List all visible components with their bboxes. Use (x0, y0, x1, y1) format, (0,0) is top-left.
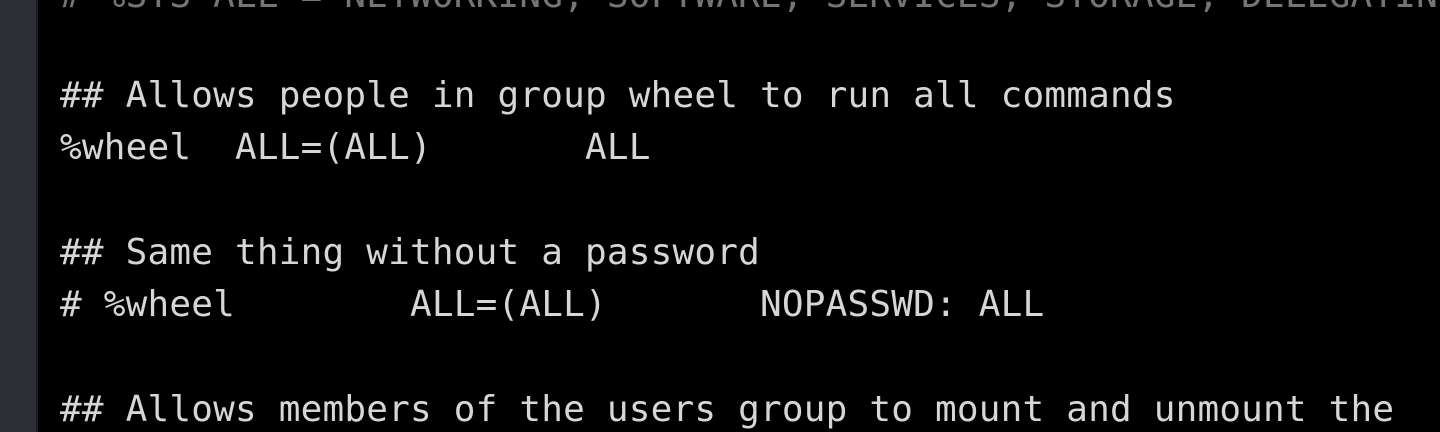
terminal-window: # %SYS ALL = NETWORKING, SOFTWARE, SERVI… (0, 0, 1440, 432)
comment-line-nopasswd: ## Same thing without a password (60, 232, 760, 273)
terminal-output[interactable]: # %SYS ALL = NETWORKING, SOFTWARE, SERVI… (38, 0, 1440, 432)
comment-line-wheel-group: ## Allows people in group wheel to run a… (60, 75, 1176, 116)
sudoers-entry-wheel-nopasswd: # %wheel ALL=(ALL) NOPASSWD: ALL (60, 284, 1045, 325)
left-gutter (0, 0, 38, 432)
comment-line-users-group: ## Allows members of the users group to … (60, 389, 1395, 430)
sudoers-entry-wheel: %wheel ALL=(ALL) ALL (60, 127, 651, 168)
terminal-line-partial: # %SYS ALL = NETWORKING, SOFTWARE, SERVI… (60, 0, 1440, 22)
